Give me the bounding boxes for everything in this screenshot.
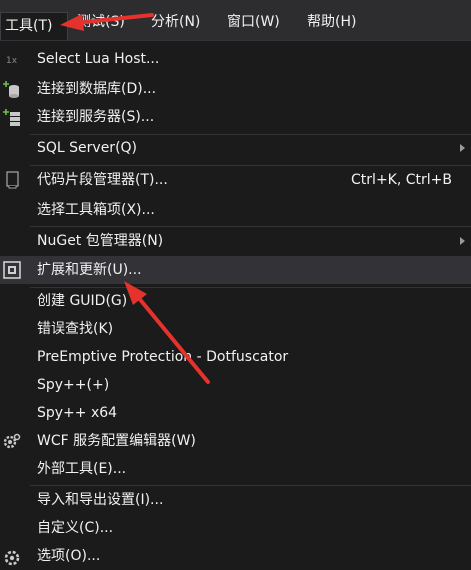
- menu-item-label: 自定义(C)...: [37, 520, 114, 536]
- menu-item-choose-toolbox-items[interactable]: 选择工具箱项(X)...: [0, 196, 471, 224]
- menu-item-error-lookup[interactable]: 错误查找(K): [0, 315, 471, 343]
- menu-item-label: Spy++(+): [37, 377, 110, 393]
- options-gear-icon: [2, 546, 22, 566]
- menu-item-label: 错误查找(K): [37, 321, 114, 337]
- submenu-arrow-icon: [460, 144, 465, 152]
- menu-test[interactable]: 测试(S): [77, 10, 125, 34]
- menu-item-label: 导入和导出设置(I)...: [37, 492, 164, 508]
- lua-icon: 1x: [2, 49, 22, 69]
- server-connect-icon: [2, 107, 22, 127]
- menu-window[interactable]: 窗口(W): [227, 10, 280, 34]
- menu-item-select-lua-host[interactable]: 1x Select Lua Host...: [0, 45, 471, 73]
- menu-item-label: 扩展和更新(U)...: [37, 262, 142, 278]
- menu-help[interactable]: 帮助(H): [307, 10, 356, 34]
- tools-dropdown-menu: 1x Select Lua Host... 连接到数据库(D)... 连接到服务…: [0, 40, 471, 566]
- menu-item-label: 选项(O)...: [37, 548, 101, 564]
- menu-item-options[interactable]: 选项(O)...: [0, 542, 471, 570]
- menu-item-label: NuGet 包管理器(N): [37, 233, 164, 249]
- menu-item-customize[interactable]: 自定义(C)...: [0, 514, 471, 542]
- menu-item-create-guid[interactable]: 创建 GUID(G): [0, 287, 471, 315]
- menu-item-label: 连接到数据库(D)...: [37, 81, 157, 97]
- wcf-gear-icon: [2, 431, 22, 451]
- menu-item-label: 连接到服务器(S)...: [37, 109, 155, 125]
- menu-item-shortcut: Ctrl+K, Ctrl+B: [351, 172, 452, 188]
- menu-item-dotfuscator[interactable]: PreEmptive Protection - Dotfuscator: [0, 343, 471, 371]
- menu-item-label: Select Lua Host...: [37, 51, 160, 67]
- menu-item-spy-plus-plus[interactable]: Spy++(+): [0, 371, 471, 399]
- menu-item-label: PreEmptive Protection - Dotfuscator: [37, 349, 289, 365]
- menu-item-label: Spy++ x64: [37, 405, 118, 421]
- menu-item-extensions-updates[interactable]: 扩展和更新(U)...: [0, 256, 471, 284]
- menu-item-snippet-manager[interactable]: 代码片段管理器(T)... Ctrl+K, Ctrl+B: [0, 166, 471, 194]
- menu-tools[interactable]: 工具(T): [0, 12, 68, 40]
- menu-item-nuget[interactable]: NuGet 包管理器(N): [0, 227, 471, 255]
- snippet-icon: [2, 170, 22, 190]
- menu-item-wcf-config-editor[interactable]: WCF 服务配置编辑器(W): [0, 427, 471, 455]
- menu-item-label: 选择工具箱项(X)...: [37, 202, 155, 218]
- menu-item-external-tools[interactable]: 外部工具(E)...: [0, 455, 471, 483]
- menu-item-label: SQL Server(Q): [37, 140, 138, 156]
- svg-text:1x: 1x: [6, 56, 18, 66]
- menu-item-label: 外部工具(E)...: [37, 461, 127, 477]
- menu-item-label: WCF 服务配置编辑器(W): [37, 433, 196, 449]
- extensions-icon: [2, 260, 22, 280]
- menu-item-spy-plus-plus-x64[interactable]: Spy++ x64: [0, 399, 471, 427]
- menu-item-import-export-settings[interactable]: 导入和导出设置(I)...: [0, 486, 471, 514]
- menu-item-label: 创建 GUID(G): [37, 293, 128, 309]
- database-connect-icon: [2, 79, 22, 99]
- menu-item-connect-server[interactable]: 连接到服务器(S)...: [0, 103, 471, 131]
- menu-analyze[interactable]: 分析(N): [151, 10, 200, 34]
- menu-item-sql-server[interactable]: SQL Server(Q): [0, 134, 471, 162]
- menu-bar: 工具(T) 测试(S) 分析(N) 窗口(W) 帮助(H): [0, 0, 471, 40]
- menu-item-connect-database[interactable]: 连接到数据库(D)...: [0, 75, 471, 103]
- submenu-arrow-icon: [460, 237, 465, 245]
- menu-item-label: 代码片段管理器(T)...: [37, 172, 168, 188]
